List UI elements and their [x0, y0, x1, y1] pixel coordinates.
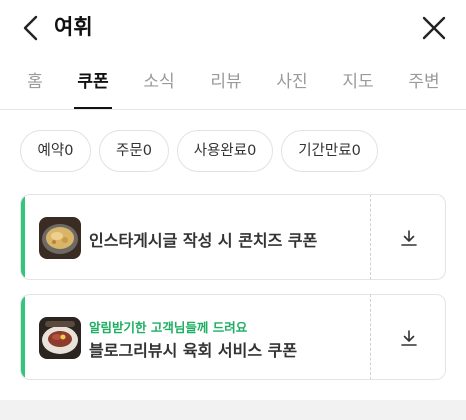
- coupon-body[interactable]: 인스타게시글 작성 시 콘치즈 쿠폰: [20, 194, 370, 280]
- coupon-card: 알림받기한 고객님들께 드려요 블로그리뷰시 육회 서비스 쿠폰: [20, 294, 446, 380]
- filter-expired-chip[interactable]: 기간만료0: [281, 130, 378, 172]
- page-title: 여휘: [54, 15, 93, 39]
- tab-photos[interactable]: 사진: [273, 60, 311, 110]
- coupon-thumbnail: [39, 317, 81, 359]
- chevron-left-icon: [23, 15, 38, 41]
- filter-reserved-chip[interactable]: 예약0: [20, 130, 91, 172]
- tab-news[interactable]: 소식: [140, 60, 178, 110]
- filter-ordered-chip[interactable]: 주문0: [99, 130, 169, 172]
- tab-bar: 홈 쿠폰 소식 리뷰 사진 지도 주변: [0, 60, 466, 110]
- download-icon: [401, 330, 417, 346]
- coupon-card: 인스타게시글 작성 시 콘치즈 쿠폰: [20, 194, 446, 280]
- coupon-body[interactable]: 알림받기한 고객님들께 드려요 블로그리뷰시 육회 서비스 쿠폰: [20, 294, 370, 380]
- close-button[interactable]: [420, 14, 448, 42]
- filter-used-chip[interactable]: 사용완료0: [177, 130, 273, 172]
- coupon-subtitle: 알림받기한 고객님들께 드려요: [89, 320, 248, 335]
- back-button[interactable]: [18, 14, 46, 42]
- coupon-download-button[interactable]: [370, 194, 446, 280]
- header-bar: 여휘: [0, 0, 466, 56]
- filter-chips: 예약0 주문0 사용완료0 기간만료0: [0, 130, 466, 172]
- coupon-download-button[interactable]: [370, 294, 446, 380]
- tab-reviews[interactable]: 리뷰: [207, 60, 245, 110]
- close-icon: [422, 16, 446, 40]
- bottom-divider: [0, 400, 466, 420]
- tab-coupon[interactable]: 쿠폰: [74, 60, 112, 110]
- coupon-title: 인스타게시글 작성 시 콘치즈 쿠폰: [89, 231, 318, 250]
- coupon-title: 블로그리뷰시 육회 서비스 쿠폰: [89, 341, 298, 360]
- tab-home[interactable]: 홈: [22, 60, 48, 110]
- tab-map[interactable]: 지도: [339, 60, 377, 110]
- download-icon: [401, 230, 417, 246]
- coupon-thumbnail: [39, 217, 81, 259]
- tab-nearby[interactable]: 주변: [405, 60, 443, 110]
